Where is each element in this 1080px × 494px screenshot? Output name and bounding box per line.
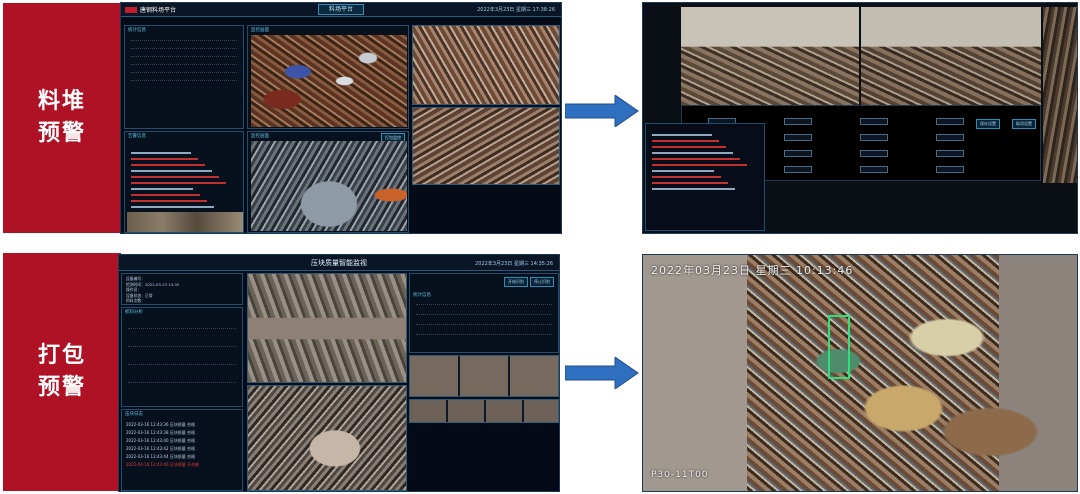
info-line: 抓料次数： — [126, 298, 145, 303]
panel-header: 抓料分析 — [125, 310, 143, 315]
threshold-field — [784, 134, 812, 141]
threshold-field — [936, 150, 964, 157]
camera-view-edge — [1043, 7, 1077, 183]
alert-line — [652, 146, 726, 148]
log-panel: 压块日志 2022-03-16 12:43:36 压块质量 合格 2022-03-… — [121, 409, 243, 491]
start-recognition-button[interactable]: 开始识别 — [504, 277, 528, 287]
stockpile-platform-screenshot: 唐钢料场平台 料场平台 2022年3月23日 星期三 17:38:26 统计信息… — [120, 2, 562, 234]
alert-line — [131, 188, 193, 190]
alert-line — [652, 182, 728, 184]
detection-box — [828, 315, 850, 379]
analysis-chart-panel: 抓料分析 — [121, 307, 243, 407]
scrap-pile-image — [251, 35, 407, 127]
log-entry: 2022-03-16 12:43:46 压块质量 不合格 — [126, 462, 200, 467]
camera-thumbnail-1[interactable] — [412, 25, 560, 105]
alert-line — [131, 158, 198, 160]
threshold-field — [784, 118, 812, 125]
app-title: 压块质量智能监视 — [311, 259, 367, 267]
stockpile-alert-detail-screenshot: 保存设置 取消设置 — [642, 2, 1078, 234]
datetime: 2022年3月23日 星期三 14:35:26 — [475, 261, 553, 267]
app-title: 唐钢料场平台 — [140, 7, 177, 14]
packing-bin-camera-screenshot: 2022年03月23日 星期三 10:13:46 P30-11T00 — [642, 254, 1078, 492]
alert-line — [131, 182, 226, 184]
datetime: 2022年3月23日 星期三 17:38:26 — [477, 7, 555, 13]
top-bar: 压块质量智能监视 2022年3月23日 星期三 14:35:26 — [119, 255, 559, 271]
threshold-field — [936, 134, 964, 141]
threshold-field — [860, 118, 888, 125]
threshold-field — [784, 166, 812, 173]
alert-line — [131, 176, 219, 178]
press-video-top — [247, 273, 407, 383]
center-tab[interactable]: 料场平台 — [317, 4, 365, 15]
threshold-field — [936, 118, 964, 125]
camera-view-right — [861, 7, 1041, 105]
thumbnail-strip — [127, 212, 243, 232]
panel-header: 统计信息 — [128, 28, 146, 33]
log-entry: 2022-03-16 12:43:42 压块质量 合格 — [126, 446, 196, 451]
panel-header: 监控画面 — [251, 134, 269, 139]
stop-recognition-button[interactable]: 停止识别 — [530, 277, 554, 287]
alert-line — [652, 188, 735, 190]
top-bar: 唐钢料场平台 料场平台 2022年3月23日 星期三 17:38:26 — [121, 3, 561, 17]
alert-line — [131, 200, 207, 202]
panel-header: 监控画面 — [251, 28, 269, 33]
alert-line — [652, 152, 733, 154]
stats-panel: 统计信息 开始识别 停止识别 — [409, 273, 559, 353]
log-entry: 2022-03-16 12:43:36 压块质量 合格 — [126, 422, 196, 427]
alert-line — [652, 176, 721, 178]
threshold-field — [784, 150, 812, 157]
video-panel-main: 监控画面 — [247, 25, 409, 129]
threshold-field — [860, 134, 888, 141]
alert-line — [652, 134, 712, 136]
alert-line — [652, 164, 747, 166]
stats-panel: 统计信息 — [124, 25, 244, 129]
alert-line — [131, 206, 214, 208]
camera-thumbnail-2[interactable] — [412, 107, 560, 185]
section-label-packing: 打包 预警 — [3, 253, 121, 491]
press-video-bottom — [247, 385, 407, 491]
log-entry: 2022-03-16 12:43:40 压块质量 合格 — [126, 438, 196, 443]
panel-header: 统计信息 — [413, 293, 431, 298]
panel-header: 告警信息 — [128, 134, 146, 139]
arrow-right-icon — [565, 357, 639, 389]
alerts-panel-background — [645, 123, 765, 231]
camera-id-overlay: P30-11T00 — [651, 470, 709, 480]
save-settings-button[interactable]: 保存设置 — [976, 119, 1000, 129]
alert-line — [652, 158, 740, 160]
alert-line — [131, 194, 200, 196]
threshold-field — [860, 150, 888, 157]
thumbnail-grid-1[interactable] — [409, 355, 559, 397]
timestamp-overlay: 2022年03月23日 星期三 10:13:46 — [651, 264, 854, 277]
log-entry: 2022-03-16 12:43:38 压块质量 合格 — [126, 430, 196, 435]
alert-line — [131, 170, 212, 172]
alert-line — [652, 140, 719, 142]
scrap-yard-image — [251, 141, 407, 231]
alert-line — [131, 152, 191, 154]
thumbnail-grid-2[interactable] — [409, 399, 559, 423]
camera-view-left — [681, 7, 859, 105]
press-block-monitor-screenshot: 压块质量智能监视 2022年3月23日 星期三 14:35:26 设备编号： 检测… — [118, 254, 560, 492]
alert-line — [131, 164, 205, 166]
threshold-field — [936, 166, 964, 173]
alert-line — [652, 170, 714, 172]
arrow-right-icon — [565, 95, 639, 127]
figure-root: 料堆 预警 打包 预警 唐钢料场平台 料场平台 2022年3月23日 星期三 1… — [0, 0, 1080, 494]
threshold-field — [860, 166, 888, 173]
video-panel-second: 监控画面 打包监控 — [247, 131, 409, 233]
section-label-pile: 料堆 预警 — [3, 3, 121, 233]
logo-icon — [125, 6, 137, 13]
alerts-panel: 告警信息 — [124, 131, 244, 233]
cancel-settings-button[interactable]: 取消设置 — [1012, 119, 1036, 129]
device-info-panel: 设备编号： 检测时间：2022-03-23 14:35 操作员： 设备状态：正常 抓料次… — [121, 273, 243, 305]
log-entry: 2022-03-16 12:43:44 压块质量 合格 — [126, 454, 196, 459]
panel-header: 压块日志 — [125, 412, 143, 417]
